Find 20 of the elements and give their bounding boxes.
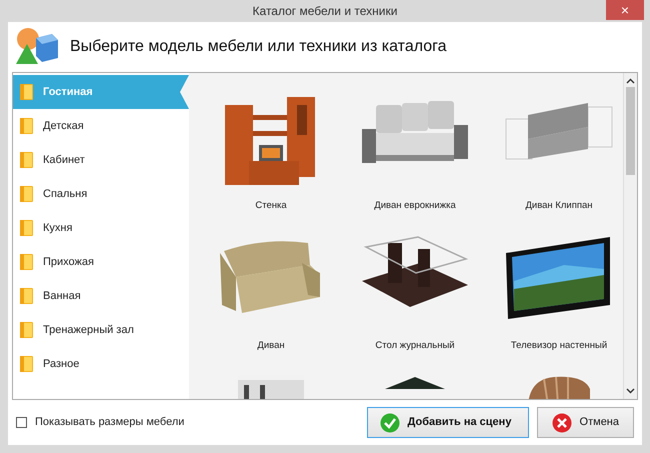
close-button[interactable]: ×	[606, 0, 644, 20]
category-item[interactable]: Тренажерный зал	[13, 313, 189, 347]
item-label[interactable]: Стенка	[255, 199, 287, 214]
category-item[interactable]: Ванная	[13, 279, 189, 313]
dialog-heading: Выберите модель мебели или техники из каталога	[70, 37, 447, 57]
item-label[interactable]: Диван Клиппан	[525, 199, 593, 214]
item-label[interactable]: Телевизор настенный	[510, 339, 608, 354]
category-item[interactable]: Разное	[13, 347, 189, 381]
category-item[interactable]: Кабинет	[13, 143, 189, 177]
category-item[interactable]: Детская	[13, 109, 189, 143]
category-item[interactable]: Прихожая	[13, 245, 189, 279]
add-button[interactable]: Добавить на сцену	[366, 407, 529, 438]
item-label[interactable]: Диван еврокнижка	[374, 199, 456, 214]
category-item[interactable]: Кухня	[13, 211, 189, 245]
checkbox-label[interactable]: Показывать размеры мебели	[35, 414, 184, 431]
item-label[interactable]: Стол журнальный	[375, 339, 455, 354]
item-label[interactable]: Диван	[257, 339, 285, 354]
category-item[interactable]: Спальня	[13, 177, 189, 211]
window-title: Каталог мебели и техники	[252, 3, 398, 20]
cancel-button[interactable]: Отмена	[536, 407, 634, 438]
